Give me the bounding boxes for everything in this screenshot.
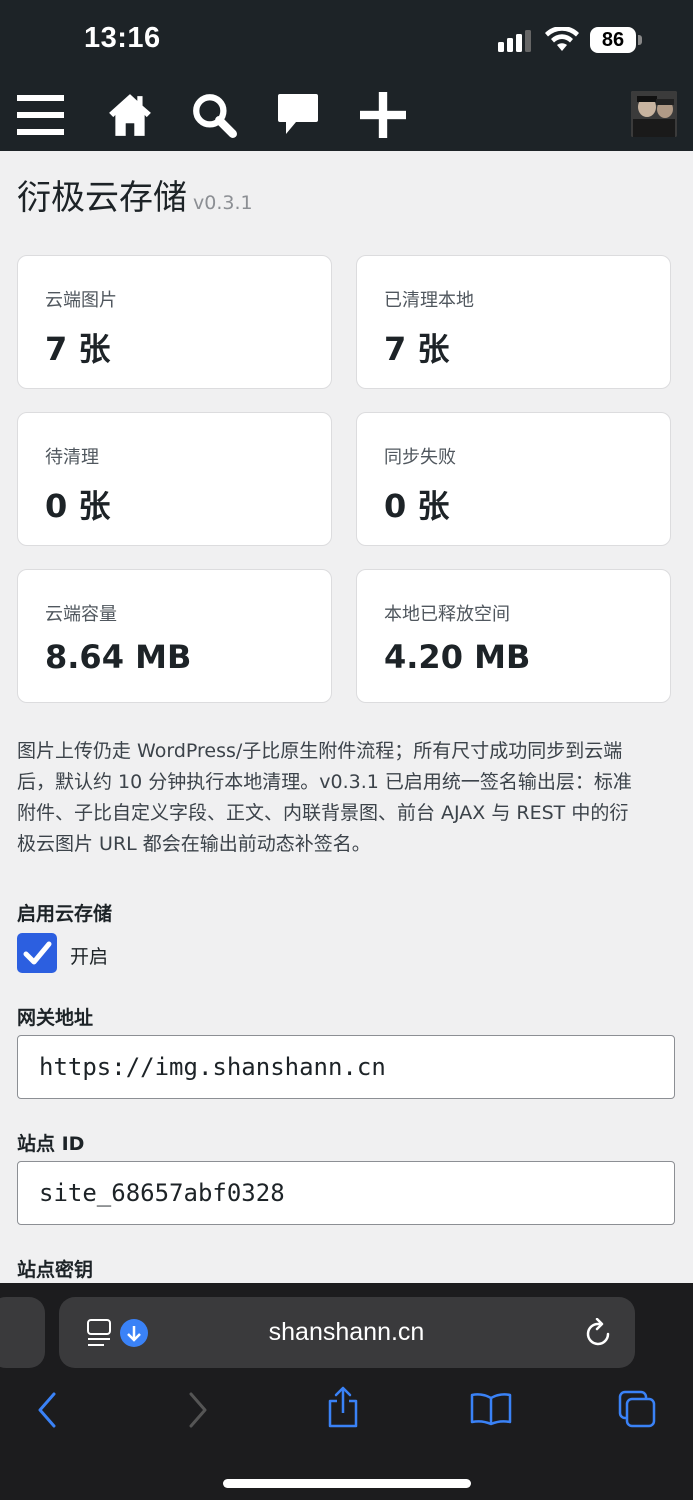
plugin-description: 图片上传仍走 WordPress/子比原生附件流程；所有尺寸成功同步到云端 后，… <box>17 736 667 860</box>
home-indicator <box>223 1479 471 1488</box>
description-line: 后，默认约 10 分钟执行本地清理。v0.3.1 已启用统一签名输出层：标准 <box>17 771 632 793</box>
page-title-text: 衍极云存储 <box>17 178 187 218</box>
checkmark-icon <box>23 941 52 965</box>
page-title: 衍极云存储 v0.3.1 <box>17 170 253 219</box>
tabs-icon[interactable] <box>618 1390 656 1428</box>
user-avatar[interactable] <box>631 91 677 137</box>
stat-value: 4.20 MB <box>384 638 531 676</box>
stat-label: 已清理本地 <box>384 290 474 311</box>
home-icon[interactable] <box>106 92 154 138</box>
admin-bar <box>0 80 693 151</box>
description-line: 附件、子比自定义字段、正文、内联背景图、前台 AJAX 与 REST 中的衍 <box>17 802 629 824</box>
battery-level: 86 <box>590 27 636 53</box>
description-line: 极云图片 URL 都会在输出前动态补签名。 <box>17 833 371 855</box>
wifi-icon <box>545 27 579 51</box>
description-line: 图片上传仍走 WordPress/子比原生附件流程；所有尺寸成功同步到云端 <box>17 740 623 762</box>
gateway-input[interactable]: https://img.shanshann.cn <box>17 1035 675 1099</box>
gateway-label: 网关地址 <box>17 1007 94 1029</box>
status-time: 13:16 <box>84 22 161 54</box>
stat-value: 0 张 <box>384 487 450 525</box>
back-icon[interactable] <box>36 1392 58 1428</box>
site-id-input[interactable]: site_68657abf0328 <box>17 1161 675 1225</box>
stat-card-pending-cleanup: 待清理 0 张 <box>17 412 332 546</box>
stat-value: 0 张 <box>45 487 111 525</box>
menu-icon[interactable] <box>17 92 65 138</box>
version-label: v0.3.1 <box>193 192 253 214</box>
bookmarks-icon[interactable] <box>470 1392 512 1426</box>
stat-card-sync-failed: 同步失败 0 张 <box>356 412 671 546</box>
forward-icon[interactable] <box>187 1392 209 1428</box>
search-icon[interactable] <box>190 92 238 138</box>
stat-label: 云端图片 <box>45 290 117 311</box>
share-icon[interactable] <box>326 1386 360 1428</box>
site-id-label: 站点 ID <box>17 1133 85 1155</box>
reload-icon[interactable] <box>585 1318 613 1348</box>
stat-card-cleaned-local: 已清理本地 7 张 <box>356 255 671 389</box>
plus-icon[interactable] <box>359 92 407 138</box>
site-secret-label: 站点密钥 <box>17 1259 94 1281</box>
enable-checkbox-label[interactable]: 开启 <box>70 942 108 969</box>
stat-card-cloud-capacity: 云端容量 8.64 MB <box>17 569 332 703</box>
stat-label: 待清理 <box>45 447 99 468</box>
stat-card-cloud-images: 云端图片 7 张 <box>17 255 332 389</box>
stat-label: 同步失败 <box>384 447 456 468</box>
stat-value: 7 张 <box>45 330 111 368</box>
status-bar: 13:16 86 <box>0 0 693 80</box>
stat-card-local-freed: 本地已释放空间 4.20 MB <box>356 569 671 703</box>
stat-value: 7 张 <box>384 330 450 368</box>
enable-cloud-checkbox[interactable] <box>17 933 57 973</box>
cellular-signal-icon <box>498 30 531 52</box>
stat-label: 云端容量 <box>45 604 117 625</box>
battery-icon: 86 <box>590 27 642 55</box>
stat-value: 8.64 MB <box>45 638 192 676</box>
comment-icon[interactable] <box>274 92 322 138</box>
stat-label: 本地已释放空间 <box>384 604 510 625</box>
enable-cloud-label: 启用云存储 <box>17 903 113 925</box>
